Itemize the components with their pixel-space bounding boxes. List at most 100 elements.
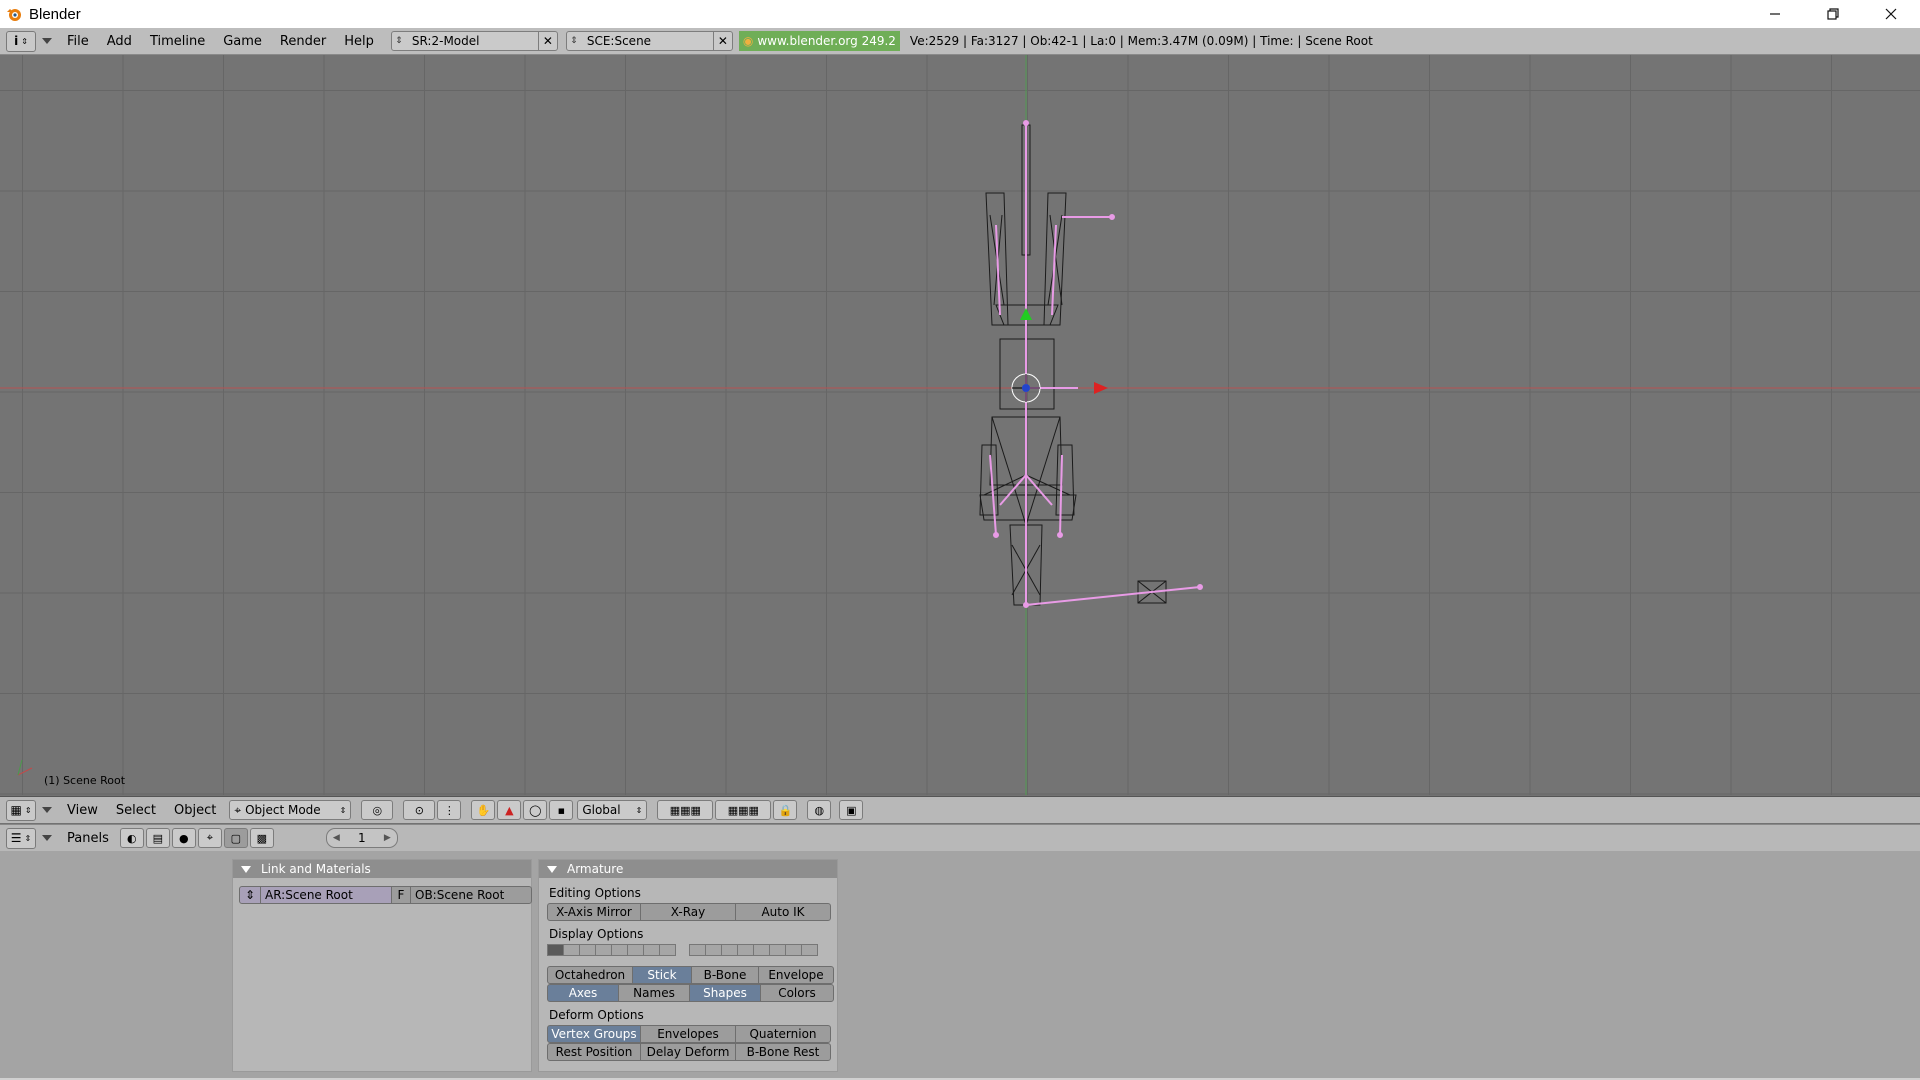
arrow-right-icon[interactable]: ▶ bbox=[384, 833, 391, 843]
lock-layers-button[interactable]: 🔒 bbox=[773, 800, 798, 820]
logic-context-button[interactable]: ◐ bbox=[119, 828, 144, 848]
armature-name-field[interactable]: AR:Scene Root bbox=[260, 886, 392, 904]
snap-button[interactable]: ⋮ bbox=[437, 800, 462, 820]
menu-game[interactable]: Game bbox=[214, 34, 271, 49]
rotate-manipulator[interactable]: ◯ bbox=[523, 800, 548, 820]
envelope-button[interactable]: Envelope bbox=[758, 966, 834, 984]
shapes-button[interactable]: Shapes bbox=[689, 984, 761, 1002]
axes-button[interactable]: Axes bbox=[547, 984, 619, 1002]
updown-arrows-icon: ⇕ bbox=[395, 36, 403, 46]
b-bone-button[interactable]: B-Bone bbox=[691, 966, 759, 984]
menu-add[interactable]: Add bbox=[98, 34, 141, 49]
bone-layer[interactable] bbox=[627, 944, 644, 956]
screen-name[interactable]: SR:2-Model bbox=[406, 34, 538, 48]
bone-layers-a[interactable] bbox=[547, 944, 676, 956]
delete-scene-icon[interactable]: ✕ bbox=[712, 32, 732, 50]
rest-position-button[interactable]: Rest Position bbox=[547, 1043, 641, 1061]
stick-button[interactable]: Stick bbox=[632, 966, 692, 984]
frame-number-field[interactable]: ◀ 1 ▶ bbox=[325, 828, 398, 848]
quaternion-button[interactable]: Quaternion bbox=[735, 1025, 831, 1043]
minimize-button[interactable] bbox=[1746, 0, 1804, 28]
material-icon: ● bbox=[179, 831, 189, 845]
envelopes-button[interactable]: Envelopes bbox=[640, 1025, 736, 1043]
bone-layer[interactable] bbox=[643, 944, 660, 956]
object-context-button[interactable]: ⌖ bbox=[197, 828, 222, 848]
bone-layer[interactable] bbox=[705, 944, 722, 956]
shading-context-button[interactable]: ● bbox=[171, 828, 196, 848]
menu-view[interactable]: View bbox=[58, 803, 107, 818]
layer-buttons-1[interactable]: ▦▦▦ bbox=[657, 800, 714, 820]
draw-type-button[interactable]: ◎ bbox=[361, 800, 394, 820]
menu-file[interactable]: File bbox=[58, 34, 98, 49]
panel-collapse-icon[interactable] bbox=[547, 865, 557, 873]
armature-scene bbox=[0, 55, 1920, 795]
arrow-left-icon[interactable]: ◀ bbox=[333, 833, 340, 843]
collapse-menu-icon[interactable] bbox=[42, 835, 52, 841]
vertex-groups-button[interactable]: Vertex Groups bbox=[547, 1025, 641, 1043]
armature-datablock-browse[interactable]: ⇕ bbox=[239, 886, 261, 904]
scene-selector[interactable]: ⇕ SCE:Scene ✕ bbox=[565, 31, 733, 51]
bone-layers-b[interactable] bbox=[689, 944, 818, 956]
maximize-button[interactable] bbox=[1804, 0, 1862, 28]
deform-row-1: Vertex Groups Envelopes Quaternion bbox=[547, 1025, 831, 1043]
panel-header[interactable]: Armature bbox=[539, 860, 837, 878]
panel-header[interactable]: Link and Materials bbox=[233, 860, 531, 878]
collapse-menu-icon[interactable] bbox=[42, 38, 52, 44]
bone-layer[interactable] bbox=[801, 944, 818, 956]
x-ray-button[interactable]: X-Ray bbox=[640, 903, 736, 921]
menu-object[interactable]: Object bbox=[165, 803, 225, 818]
fake-user-button[interactable]: F bbox=[391, 886, 411, 904]
3d-viewport[interactable]: (1) Scene Root bbox=[0, 55, 1920, 795]
opengl-render-button[interactable]: ◍ bbox=[807, 800, 832, 820]
translate-manipulator[interactable]: ▲ bbox=[497, 800, 522, 820]
bone-layer[interactable] bbox=[689, 944, 706, 956]
menu-render[interactable]: Render bbox=[271, 34, 335, 49]
menu-help[interactable]: Help bbox=[335, 34, 383, 49]
editing-context-button[interactable]: ▢ bbox=[223, 828, 248, 848]
bone-layer[interactable] bbox=[737, 944, 754, 956]
screen-selector[interactable]: ⇕ SR:2-Model ✕ bbox=[390, 31, 558, 51]
info-header: i ⇕ File Add Timeline Game Render Help ⇕… bbox=[0, 28, 1920, 55]
scene-context-button[interactable]: ▩ bbox=[249, 828, 274, 848]
menu-timeline[interactable]: Timeline bbox=[141, 34, 214, 49]
bone-layer[interactable] bbox=[785, 944, 802, 956]
panel-collapse-icon[interactable] bbox=[241, 865, 251, 873]
octahedron-button[interactable]: Octahedron bbox=[547, 966, 633, 984]
viewport-type-button[interactable]: ▦ ⇕ bbox=[6, 799, 36, 821]
orientation-select[interactable]: Global ⇕ bbox=[577, 800, 648, 820]
layer-buttons-2[interactable]: ▦▦▦ bbox=[715, 800, 772, 820]
auto-ik-button[interactable]: Auto IK bbox=[735, 903, 831, 921]
bone-layer[interactable] bbox=[753, 944, 770, 956]
mode-select[interactable]: ⌖ Object Mode ⇕ bbox=[229, 800, 352, 820]
colors-button[interactable]: Colors bbox=[760, 984, 834, 1002]
manipulator-toggle[interactable]: ✋ bbox=[471, 800, 496, 820]
object-name-field[interactable]: OB:Scene Root bbox=[410, 886, 532, 904]
bone-layer[interactable] bbox=[769, 944, 786, 956]
bone-layer[interactable] bbox=[611, 944, 628, 956]
render-preview-button[interactable]: ▣ bbox=[839, 800, 864, 820]
delete-screen-icon[interactable]: ✕ bbox=[537, 32, 557, 50]
close-button[interactable] bbox=[1862, 0, 1920, 28]
script-context-button[interactable]: ▤ bbox=[145, 828, 170, 848]
bone-layer[interactable] bbox=[721, 944, 738, 956]
bone-layer[interactable] bbox=[595, 944, 612, 956]
bone-layer[interactable] bbox=[547, 944, 564, 956]
rotate-icon: ◯ bbox=[529, 803, 542, 817]
bone-layer[interactable] bbox=[579, 944, 596, 956]
b-bone-rest-button[interactable]: B-Bone Rest bbox=[735, 1043, 831, 1061]
names-button[interactable]: Names bbox=[618, 984, 690, 1002]
menu-panels[interactable]: Panels bbox=[58, 831, 118, 846]
buttons-window-icon: ☰ bbox=[10, 831, 22, 845]
buttons-window-type[interactable]: ☰ ⇕ bbox=[6, 827, 36, 849]
bone-layer[interactable] bbox=[659, 944, 676, 956]
x-axis-mirror-button[interactable]: X-Axis Mirror bbox=[547, 903, 641, 921]
pivot-button[interactable]: ⊙ bbox=[403, 800, 436, 820]
delay-deform-button[interactable]: Delay Deform bbox=[640, 1043, 736, 1061]
scale-manipulator[interactable]: ▪ bbox=[549, 800, 574, 820]
collapse-menu-icon[interactable] bbox=[42, 807, 52, 813]
bone-layer[interactable] bbox=[563, 944, 580, 956]
scene-name[interactable]: SCE:Scene bbox=[581, 34, 713, 48]
info-icon: i bbox=[14, 34, 19, 48]
window-type-button[interactable]: i ⇕ bbox=[6, 30, 36, 52]
menu-select[interactable]: Select bbox=[107, 803, 165, 818]
